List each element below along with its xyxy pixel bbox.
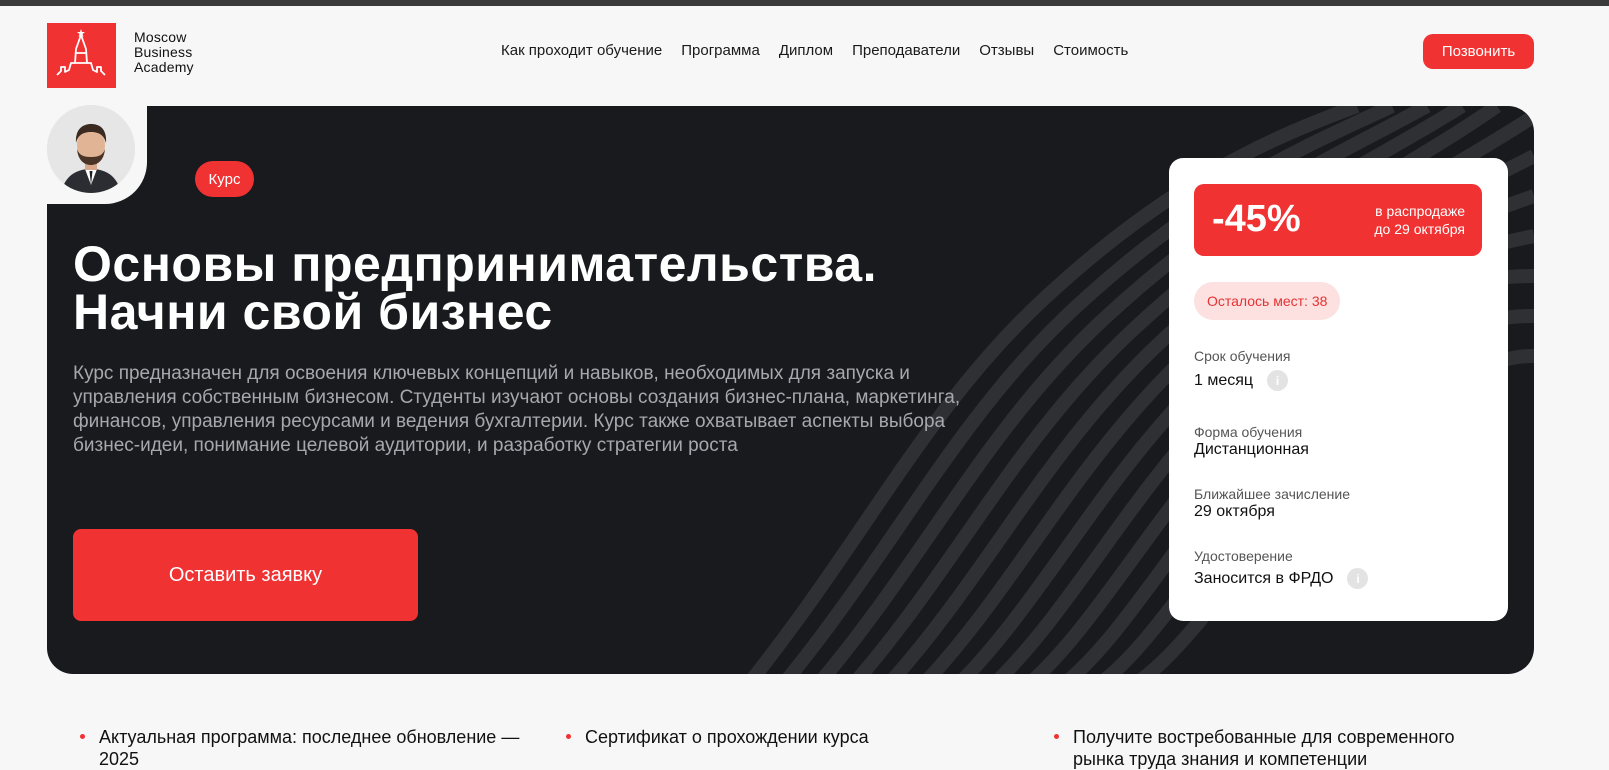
sale-note-line-1: в распродаже xyxy=(1375,203,1465,219)
nav-item-teachers[interactable]: Преподаватели xyxy=(852,42,960,59)
discount-value: -45% xyxy=(1212,198,1301,240)
apply-button[interactable]: Оставить заявку xyxy=(73,529,418,621)
certificate-label: Удостоверение xyxy=(1194,548,1293,564)
certificate-text: Заносится в ФРДО xyxy=(1194,569,1334,587)
format-label: Форма обучения xyxy=(1194,424,1303,440)
duration-label: Срок обучения xyxy=(1194,348,1291,364)
nav-item-diploma[interactable]: Диплом xyxy=(779,42,833,59)
feature-item: Получите востребованные для современного… xyxy=(1053,726,1503,770)
seats-left-badge: Осталось мест: 38 xyxy=(1194,282,1341,320)
nav-item-how-it-works[interactable]: Как проходит обучение xyxy=(501,42,662,59)
brand-line-3: Academy xyxy=(134,59,194,75)
feature-item: Сертификат о прохождении курса xyxy=(565,726,985,748)
brand-line-2: Business xyxy=(134,44,193,60)
format-value: Дистанционная xyxy=(1194,441,1309,459)
main-nav: Как проходит обучение Программа Диплом П… xyxy=(501,42,1147,59)
teacher-avatar xyxy=(47,105,135,193)
info-icon[interactable]: i xyxy=(1267,370,1289,391)
brand-name[interactable]: Moscow Business Academy xyxy=(134,30,194,75)
course-description: Курс предназначен для освоения ключевых … xyxy=(73,363,961,456)
nav-item-reviews[interactable]: Отзывы xyxy=(979,42,1034,59)
feature-item: Актуальная программа: последнее обновлен… xyxy=(79,726,554,770)
title-line-1: Основы предпринимательства. xyxy=(73,236,877,292)
course-info-card: -45% в распродаже до 29 октября Осталось… xyxy=(1169,158,1508,621)
title-line-2: Начни свой бизнес xyxy=(73,284,553,340)
kremlin-tower-icon xyxy=(56,29,106,76)
person-icon xyxy=(47,105,135,193)
call-button[interactable]: Позвонить xyxy=(1423,34,1534,69)
brand-line-1: Moscow xyxy=(134,29,187,45)
certificate-value: Заносится в ФРДО i xyxy=(1194,568,1369,589)
nav-item-price[interactable]: Стоимость xyxy=(1053,42,1128,59)
enrollment-value: 29 октября xyxy=(1194,503,1275,521)
nav-item-program[interactable]: Программа xyxy=(681,42,760,59)
enrollment-text: 29 октября xyxy=(1194,503,1275,520)
course-badge: Курс xyxy=(195,161,254,197)
duration-text: 1 месяц xyxy=(1194,371,1254,389)
sale-note: в распродаже до 29 октября xyxy=(1374,202,1465,238)
enrollment-label: Ближайшее зачисление xyxy=(1194,486,1350,502)
page-title: Основы предпринимательства. Начни свой б… xyxy=(73,236,1033,340)
format-text: Дистанционная xyxy=(1194,441,1309,458)
top-border xyxy=(0,0,1609,6)
duration-value: 1 месяц i xyxy=(1194,370,1289,391)
info-icon[interactable]: i xyxy=(1347,568,1369,589)
discount-banner: -45% в распродаже до 29 октября xyxy=(1194,184,1482,256)
sale-note-line-2: до 29 октября xyxy=(1374,221,1465,237)
logo-icon[interactable] xyxy=(47,23,116,88)
